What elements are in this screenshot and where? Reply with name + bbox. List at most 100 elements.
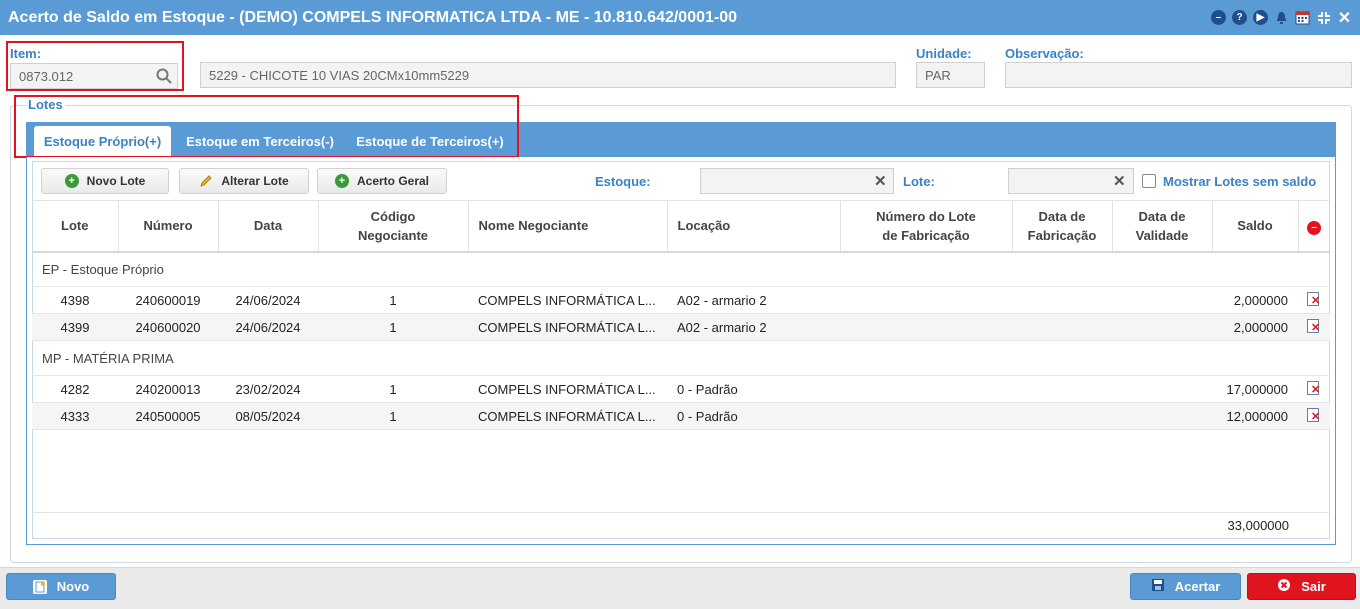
col-datafab-line2: Fabricação [1027, 227, 1097, 243]
unidade-value: PAR [925, 67, 951, 83]
minimize-icon[interactable]: – [1211, 10, 1226, 25]
col-saldo[interactable]: Saldo [1212, 200, 1299, 253]
cell-nome: COMPELS INFORMÁTICA L... [468, 286, 667, 314]
bell-icon[interactable] [1274, 10, 1289, 25]
cell-datafab [1012, 402, 1112, 430]
cell-locacao: 0 - Padrão [667, 375, 840, 403]
col-locacao[interactable]: Locação [667, 200, 841, 253]
group-label: EP - Estoque Próprio [32, 251, 1330, 287]
col-datafab-line1: Data de [1038, 208, 1086, 224]
novo-lote-label: Novo Lote [86, 174, 146, 188]
cell-numfab [840, 313, 1012, 341]
cell-saldo: 17,000000 [1212, 375, 1298, 403]
alterar-lote-label: Alterar Lote [221, 174, 289, 188]
col-lote[interactable]: Lote [32, 200, 119, 253]
title-bar-icons: – ? ▶ ✕ [1211, 0, 1352, 35]
cell-lote: 4399 [32, 313, 118, 341]
cell-dataval [1112, 286, 1212, 314]
novo-lote-button[interactable]: + Novo Lote [41, 168, 169, 194]
cell-locacao: A02 - armario 2 [667, 313, 840, 341]
plus-icon: + [334, 174, 349, 188]
edit-document-icon[interactable]: ✕ [1306, 380, 1322, 396]
cell-lote: 4282 [32, 375, 118, 403]
collapse-icon[interactable] [1316, 10, 1331, 25]
cell-data: 24/06/2024 [218, 313, 318, 341]
lotes-table: Lote Número Data Código Negociante Nome N… [32, 200, 1330, 430]
col-nome-negociante[interactable]: Nome Negociante [468, 200, 668, 253]
unidade-label: Unidade: [916, 46, 972, 61]
col-codigo-line2: Negociante [357, 227, 429, 243]
cell-nome: COMPELS INFORMÁTICA L... [468, 375, 667, 403]
cell-saldo: 12,000000 [1212, 402, 1298, 430]
saldo-total: 33,000000 [1227, 518, 1289, 533]
alterar-lote-button[interactable]: Alterar Lote [179, 168, 309, 194]
cell-data: 24/06/2024 [218, 286, 318, 314]
cell-dataval [1112, 313, 1212, 341]
estoque-filter-label: Estoque: [595, 174, 651, 189]
mostrar-lotes-label[interactable]: Mostrar Lotes sem saldo [1163, 174, 1316, 189]
edit-document-icon[interactable]: ✕ [1306, 318, 1322, 334]
cell-numfab [840, 402, 1012, 430]
cell-codigo: 1 [318, 402, 468, 430]
group-label: MP - MATÉRIA PRIMA [32, 340, 1330, 376]
cell-locacao: A02 - armario 2 [667, 286, 840, 314]
col-numero[interactable]: Número [118, 200, 219, 253]
estoque-filter-input[interactable] [700, 168, 894, 194]
close-icon[interactable]: ✕ [1337, 10, 1352, 27]
acerto-geral-button[interactable]: + Acerto Geral [317, 168, 447, 194]
col-actions[interactable]: – [1298, 200, 1330, 253]
plus-icon: + [64, 174, 79, 188]
item-description-value: 5229 - CHICOTE 10 VIAS 20CMx10mm5229 [209, 67, 470, 83]
new-document-icon [32, 579, 47, 594]
col-numero-lote-fabricacao[interactable]: Número do Lote de Fabricação [840, 200, 1013, 253]
cell-datafab [1012, 313, 1112, 341]
observacao-label: Observação: [1005, 46, 1084, 61]
cell-numero: 240500005 [118, 402, 218, 430]
mostrar-lotes-checkbox[interactable] [1142, 174, 1156, 188]
cell-nome: COMPELS INFORMÁTICA L... [468, 402, 667, 430]
cell-saldo: 2,000000 [1212, 313, 1298, 341]
pencil-icon [199, 174, 213, 188]
novo-button[interactable]: Novo [6, 573, 116, 600]
cell-locacao: 0 - Padrão [667, 402, 840, 430]
cell-datafab [1012, 286, 1112, 314]
table-row[interactable]: 4282 240200013 23/02/2024 1 COMPELS INFO… [32, 375, 1330, 403]
cell-data: 08/05/2024 [218, 402, 318, 430]
acertar-button[interactable]: Acertar [1130, 573, 1241, 600]
table-row[interactable]: 4333 240500005 08/05/2024 1 COMPELS INFO… [32, 402, 1330, 430]
clear-lote-icon[interactable]: ✕ [1113, 172, 1126, 190]
clear-estoque-icon[interactable]: ✕ [874, 172, 887, 190]
play-icon[interactable]: ▶ [1253, 10, 1268, 25]
acertar-label: Acertar [1174, 579, 1221, 594]
cell-datafab [1012, 375, 1112, 403]
col-dataval-line2: Validade [1135, 227, 1189, 243]
col-data-validade[interactable]: Data de Validade [1112, 200, 1213, 253]
col-numfab-line1: Número do Lote [876, 208, 976, 224]
title-bar: Acerto de Saldo em Estoque - (DEMO) COMP… [0, 0, 1360, 35]
acerto-geral-label: Acerto Geral [356, 174, 430, 188]
table-row[interactable]: 4399 240600020 24/06/2024 1 COMPELS INFO… [32, 313, 1330, 341]
novo-label: Novo [56, 579, 90, 594]
edit-document-icon[interactable]: ✕ [1306, 407, 1322, 423]
table-footer-divider [32, 512, 1330, 513]
exit-icon [1277, 578, 1291, 595]
no-entry-icon[interactable]: – [1307, 220, 1322, 235]
col-data[interactable]: Data [218, 200, 319, 253]
cell-numero: 240200013 [118, 375, 218, 403]
table-header-row: Lote Número Data Código Negociante Nome N… [32, 200, 1330, 253]
edit-document-icon[interactable]: ✕ [1306, 291, 1322, 307]
sair-button[interactable]: Sair [1247, 573, 1356, 600]
sair-label: Sair [1301, 579, 1326, 594]
cell-action: ✕ [1298, 286, 1330, 314]
observacao-field[interactable] [1005, 62, 1352, 88]
col-codigo-negociante[interactable]: Código Negociante [318, 200, 469, 253]
calendar-icon[interactable] [1295, 10, 1310, 25]
cell-lote: 4333 [32, 402, 118, 430]
help-icon[interactable]: ? [1232, 10, 1247, 25]
cell-dataval [1112, 402, 1212, 430]
col-data-fabricacao[interactable]: Data de Fabricação [1012, 200, 1113, 253]
col-dataval-line1: Data de [1138, 208, 1186, 224]
cell-dataval [1112, 375, 1212, 403]
group-row: EP - Estoque Próprio [32, 251, 1330, 287]
table-row[interactable]: 4398 240600019 24/06/2024 1 COMPELS INFO… [32, 286, 1330, 314]
